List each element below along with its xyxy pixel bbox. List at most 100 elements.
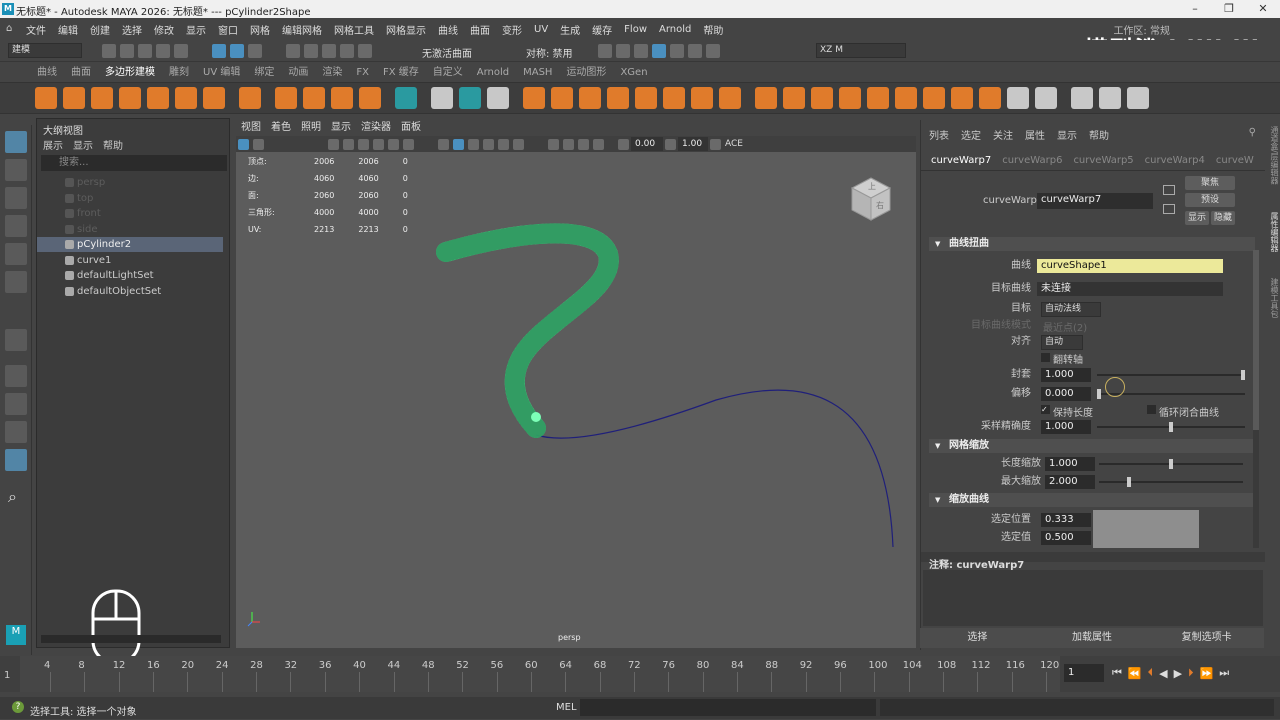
attr-node-tab[interactable]: curveW [1214, 155, 1263, 166]
attr-menu-item[interactable]: 帮助 [1089, 127, 1109, 142]
poly-platonic-icon[interactable] [239, 87, 261, 109]
shelf-tab[interactable]: 曲线 [30, 64, 64, 82]
modeling-toolkit-tab[interactable]: 建模工具包 [1266, 278, 1280, 318]
selected-position-field[interactable]: 0.333 [1041, 513, 1091, 527]
outliner-menu-item[interactable]: 帮助 [103, 137, 123, 152]
open-scene-icon[interactable] [120, 44, 134, 58]
bevel-icon[interactable] [811, 87, 833, 109]
xray-icon[interactable] [563, 138, 574, 150]
outliner-item[interactable]: defaultObjectSet [37, 284, 223, 299]
shelf-tab[interactable]: 曲面 [64, 64, 98, 82]
outliner-layout-icon[interactable] [5, 449, 27, 471]
single-view-icon[interactable] [5, 365, 27, 387]
section-curve-warp[interactable]: 曲线扭曲 [929, 237, 1255, 251]
camera-attr-icon[interactable] [253, 138, 264, 150]
shelf-tab[interactable]: XGen [613, 64, 654, 82]
sample-slider[interactable] [1097, 422, 1245, 432]
shelf-tab[interactable]: 渲染 [315, 64, 349, 82]
shelf-tab[interactable]: MASH [516, 64, 559, 82]
section-scale-curve[interactable]: 缩放曲线 [929, 493, 1255, 507]
presets-button[interactable]: 预设 [1185, 193, 1235, 207]
hide-button[interactable]: 隐藏 [1211, 211, 1235, 225]
make-live-icon[interactable] [358, 44, 372, 58]
symmetry-label[interactable]: 对称: 禁用 [526, 45, 573, 60]
outliner-scrollbar[interactable] [41, 635, 221, 643]
command-input[interactable] [580, 699, 876, 716]
boolean-icon[interactable] [607, 87, 629, 109]
pin-icon[interactable]: ⚲ [1249, 127, 1256, 138]
poly-sphere-icon[interactable] [35, 87, 57, 109]
attr-node-tab[interactable]: curveWarp5 [1071, 155, 1142, 166]
viewport-menu-item[interactable]: 显示 [326, 120, 356, 136]
detach-icon[interactable] [923, 87, 945, 109]
go-to-end-icon[interactable]: ⏭ [1219, 666, 1229, 680]
step-back-frame-icon[interactable]: ⏴ [1148, 666, 1154, 680]
attr-menu-item[interactable]: 关注 [993, 127, 1013, 142]
3d-viewport[interactable]: 顶点: 2006 2006 0 边: 4060 4060 0 面: 2060 2060 0 三角形: 40… [236, 152, 916, 648]
load-attributes-button[interactable]: 加载属性 [1035, 628, 1150, 648]
gamma-icon[interactable] [665, 138, 676, 150]
arnold-ipr-icon[interactable] [688, 44, 702, 58]
menu-item[interactable]: 变形 [496, 22, 528, 37]
pause-icon[interactable] [706, 44, 720, 58]
four-view-icon[interactable] [5, 393, 27, 415]
menu-item[interactable]: 曲面 [464, 22, 496, 37]
play-backward-icon[interactable]: ◀ [1159, 667, 1167, 680]
length-scale-field[interactable]: 1.000 [1045, 457, 1095, 471]
notes-textarea[interactable] [923, 570, 1263, 626]
separate-icon[interactable] [551, 87, 573, 109]
home-icon[interactable]: ⌂ [6, 23, 12, 34]
xray-joints-icon[interactable] [578, 138, 589, 150]
close-icon[interactable]: ✕ [1246, 0, 1280, 18]
viewport-menu-item[interactable]: 着色 [266, 120, 296, 136]
smooth-shade-icon[interactable] [453, 138, 464, 150]
menu-item[interactable]: 选择 [116, 22, 148, 37]
chamfer-icon[interactable] [979, 87, 1001, 109]
safe-action-icon[interactable] [403, 138, 414, 150]
attr-menu-item[interactable]: 属性 [1025, 127, 1045, 142]
menu-item[interactable]: 创建 [84, 22, 116, 37]
max-scale-field[interactable]: 2.000 [1045, 475, 1095, 489]
target-curve-field[interactable]: 未连接 [1037, 282, 1223, 296]
viewport-menu-item[interactable]: 视图 [236, 120, 266, 136]
outliner-menu-item[interactable]: 显示 [73, 137, 93, 152]
select-by-hierarchy-icon[interactable] [212, 44, 226, 58]
max-scale-slider[interactable] [1099, 477, 1243, 487]
extract-icon[interactable] [1007, 87, 1029, 109]
color-manage-icon[interactable] [710, 138, 721, 150]
restore-icon[interactable]: ❐ [1212, 0, 1246, 18]
hypershade-icon[interactable] [652, 44, 666, 58]
poly-torus-icon[interactable] [147, 87, 169, 109]
attr-menu-item[interactable]: 选定 [961, 127, 981, 142]
attr-node-tab[interactable]: curveWarp7 [929, 155, 1000, 166]
shelf-tab[interactable]: 多边形建模 [98, 64, 162, 82]
render-settings-icon[interactable] [634, 44, 648, 58]
svg-icon[interactable] [359, 87, 381, 109]
poly-plane-icon[interactable] [175, 87, 197, 109]
menu-item[interactable]: 文件 [20, 22, 52, 37]
outliner-item[interactable]: front [37, 206, 223, 221]
go-to-input-icon[interactable] [1163, 185, 1175, 195]
loop-closed-checkbox[interactable] [1147, 405, 1156, 414]
shelf-tab[interactable]: 动画 [281, 64, 315, 82]
snap-curve-icon[interactable] [304, 44, 318, 58]
menu-item[interactable]: UV [528, 24, 554, 35]
menu-item[interactable]: 网格 [244, 22, 276, 37]
menu-item[interactable]: 帮助 [697, 22, 729, 37]
lights-icon[interactable] [498, 138, 509, 150]
type-icon[interactable] [331, 87, 353, 109]
shelf-tab[interactable]: 运动图形 [559, 64, 613, 82]
menu-item[interactable]: 网格工具 [328, 22, 380, 37]
gamma-field[interactable]: 1.00 [678, 137, 708, 151]
viewport-menu-item[interactable]: 面板 [396, 120, 426, 136]
search-icon[interactable]: ⌕ [8, 487, 17, 507]
menu-item[interactable]: Flow [618, 24, 653, 35]
flip-axis-checkbox[interactable] [1041, 353, 1050, 362]
select-by-object-icon[interactable] [230, 44, 244, 58]
step-back-key-icon[interactable]: ⏪ [1128, 667, 1142, 680]
isolate-icon[interactable] [548, 138, 559, 150]
live-icon[interactable] [431, 87, 453, 109]
node-name-field[interactable]: curveWarp7 [1037, 193, 1153, 209]
align-dropdown[interactable]: 自动 [1041, 335, 1083, 350]
render-frame-icon[interactable] [598, 44, 612, 58]
